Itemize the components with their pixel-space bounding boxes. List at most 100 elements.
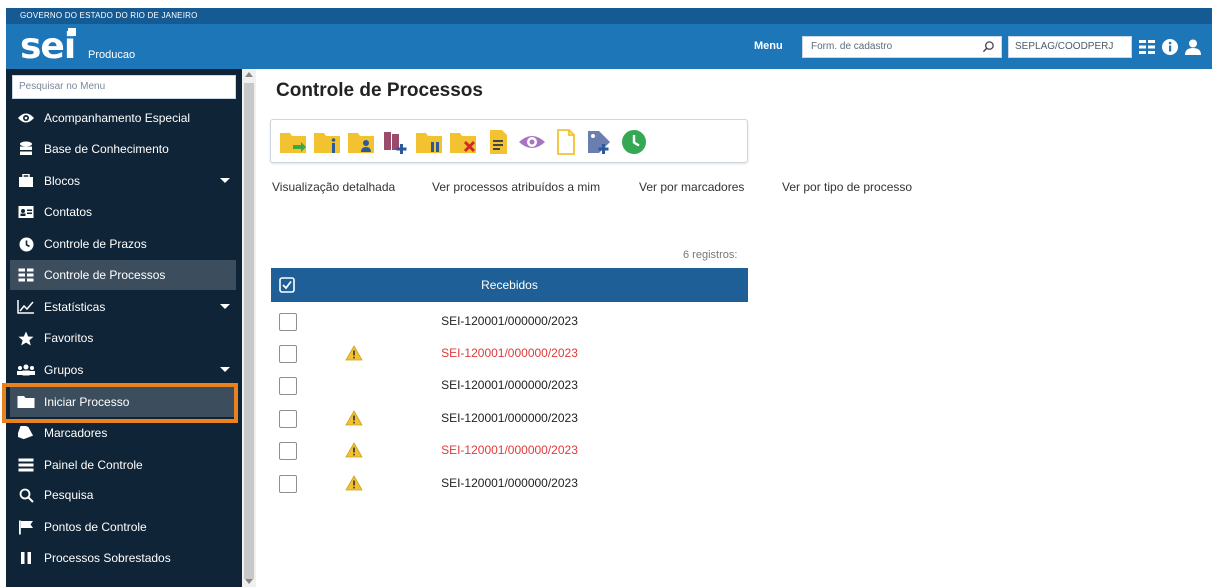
process-link[interactable]: SEI-120001/000000/2023 (271, 314, 748, 328)
clock-icon (19, 237, 33, 251)
document-sign-icon[interactable] (483, 128, 513, 156)
table-row: SEI-120001/000000/2023 (271, 305, 748, 337)
sidebar-item-base-conhecimento[interactable]: Base de Conhecimento (10, 134, 236, 164)
sidebar-item-label: Pesquisa (44, 488, 94, 502)
sidebar-item-acompanhamento-especial[interactable]: Acompanhamento Especial (10, 103, 236, 133)
table-row: SEI-120001/000000/2023 (271, 434, 748, 466)
header-search-placeholder: Form. de cadastro (811, 41, 893, 52)
page-title: Controle de Processos (276, 80, 483, 101)
sidebar-scrollbar[interactable] (242, 69, 256, 587)
process-link[interactable]: SEI-120001/000000/2023 (271, 443, 748, 457)
link-visualizacao-detalhada[interactable]: Visualização detalhada (272, 180, 395, 194)
user-icon[interactable] (1184, 38, 1202, 56)
chevron-down-icon[interactable] (220, 304, 230, 309)
new-document-icon[interactable] (551, 128, 581, 156)
database-icon (20, 141, 32, 155)
sidebar-item-pontos-controle[interactable]: Pontos de Controle (10, 512, 236, 542)
folder-icon (17, 396, 35, 408)
sidebar-item-label: Painel de Controle (44, 458, 143, 472)
folder-info-icon[interactable] (313, 128, 343, 156)
folder-cancel-icon[interactable] (449, 128, 479, 156)
sidebar-item-favoritos[interactable]: Favoritos (10, 323, 236, 353)
sidebar-menu: Pesquisar no Menu Acompanhamento Especia… (6, 69, 242, 587)
sidebar-item-label: Marcadores (44, 426, 108, 440)
table-header: Recebidos (271, 268, 748, 302)
sidebar-item-label: Controle de Prazos (44, 237, 147, 251)
sidebar-item-blocos[interactable]: Blocos (10, 166, 236, 196)
sidebar-item-controle-processos[interactable]: Controle de Processos (10, 260, 236, 290)
process-link[interactable]: SEI-120001/000000/2023 (271, 346, 748, 360)
search-icon (19, 488, 34, 503)
books-add-icon[interactable] (381, 128, 411, 156)
app-window: GOVERNO DO ESTADO DO RIO DE JANEIRO sei … (0, 0, 1218, 587)
sidebar-item-label: Estatísticas (44, 300, 106, 314)
star-icon (18, 331, 34, 345)
briefcase-icon (19, 174, 33, 187)
sidebar-item-marcadores[interactable]: Marcadores (10, 418, 236, 448)
sei-logo[interactable]: sei (20, 26, 76, 67)
header: sei Producao Menu Form. de cadastro SEPL… (6, 24, 1212, 69)
process-link[interactable]: SEI-120001/000000/2023 (271, 411, 748, 425)
sidebar-item-controle-prazos[interactable]: Controle de Prazos (10, 229, 236, 259)
info-icon[interactable] (1161, 38, 1179, 56)
tag-add-icon[interactable] (585, 128, 615, 156)
panel-icon (18, 458, 34, 472)
sidebar-item-processos-sobrestados[interactable]: Processos Sobrestados (10, 543, 236, 573)
grid-icon[interactable] (1138, 38, 1156, 56)
flag-icon (19, 520, 33, 534)
table-row: SEI-120001/000000/2023 (271, 467, 748, 499)
list-grid-icon (18, 268, 34, 282)
sidebar-item-iniciar-processo[interactable]: Iniciar Processo (10, 387, 236, 417)
sidebar-item-painel-controle[interactable]: Painel de Controle (10, 450, 236, 480)
clock-icon[interactable] (619, 128, 649, 156)
sidebar-item-label: Controle de Processos (44, 268, 166, 282)
eye-icon (18, 113, 34, 123)
table-row: SEI-120001/000000/2023 (271, 402, 748, 434)
sidebar-item-label: Processos Sobrestados (44, 551, 171, 565)
link-atribuidos-a-mim[interactable]: Ver processos atribuídos a mim (432, 180, 600, 194)
scroll-down-icon[interactable] (245, 579, 253, 584)
sidebar-item-label: Acompanhamento Especial (44, 111, 191, 125)
sidebar-item-label: Iniciar Processo (44, 395, 130, 409)
tag-icon (18, 426, 34, 440)
chevron-down-icon[interactable] (220, 367, 230, 372)
table-row: SEI-120001/000000/2023 (271, 369, 748, 401)
scroll-up-icon[interactable] (245, 72, 253, 77)
environment-label: Producao (88, 49, 136, 61)
sidebar-item-label: Blocos (44, 174, 81, 188)
eye-icon[interactable] (517, 128, 547, 156)
link-por-tipo-processo[interactable]: Ver por tipo de processo (782, 180, 912, 194)
scroll-thumb[interactable] (244, 83, 254, 579)
sidebar-search-input[interactable]: Pesquisar no Menu (12, 75, 236, 99)
contact-card-icon (18, 206, 34, 218)
sidebar-item-grupos[interactable]: Grupos (10, 355, 236, 385)
records-count: 6 registros: (683, 249, 738, 261)
sidebar-item-label: Pontos de Controle (44, 520, 147, 534)
link-por-marcadores[interactable]: Ver por marcadores (639, 180, 744, 194)
folder-pause-icon[interactable] (415, 128, 445, 156)
process-toolbar (270, 119, 748, 163)
search-icon[interactable] (982, 40, 995, 53)
process-link[interactable]: SEI-120001/000000/2023 (271, 378, 748, 392)
table-row: SEI-120001/000000/2023 (271, 337, 748, 369)
sidebar-item-estatisticas[interactable]: Estatísticas (10, 292, 236, 322)
process-link[interactable]: SEI-120001/000000/2023 (271, 476, 748, 490)
chart-icon (17, 300, 34, 314)
sidebar-item-label: Grupos (44, 363, 84, 377)
menu-toggle[interactable]: Menu (754, 40, 783, 52)
sidebar-item-label: Contatos (44, 205, 93, 219)
header-search-input[interactable]: Form. de cadastro (802, 36, 1002, 58)
folder-user-icon[interactable] (347, 128, 377, 156)
sidebar-item-label: Base de Conhecimento (44, 142, 169, 156)
sidebar-item-contatos[interactable]: Contatos (10, 197, 236, 227)
sidebar-item-label: Favoritos (44, 331, 94, 345)
folder-send-icon[interactable] (279, 128, 309, 156)
sidebar-item-pesquisa[interactable]: Pesquisa (10, 480, 236, 510)
gov-bar: GOVERNO DO ESTADO DO RIO DE JANEIRO (6, 8, 1212, 24)
pause-icon (21, 552, 31, 564)
group-icon (17, 364, 35, 376)
table-header-title: Recebidos (481, 278, 538, 292)
unit-selector[interactable]: SEPLAG/COODPERJ (1008, 36, 1132, 58)
logo-accent (68, 28, 76, 36)
chevron-down-icon[interactable] (220, 178, 230, 183)
